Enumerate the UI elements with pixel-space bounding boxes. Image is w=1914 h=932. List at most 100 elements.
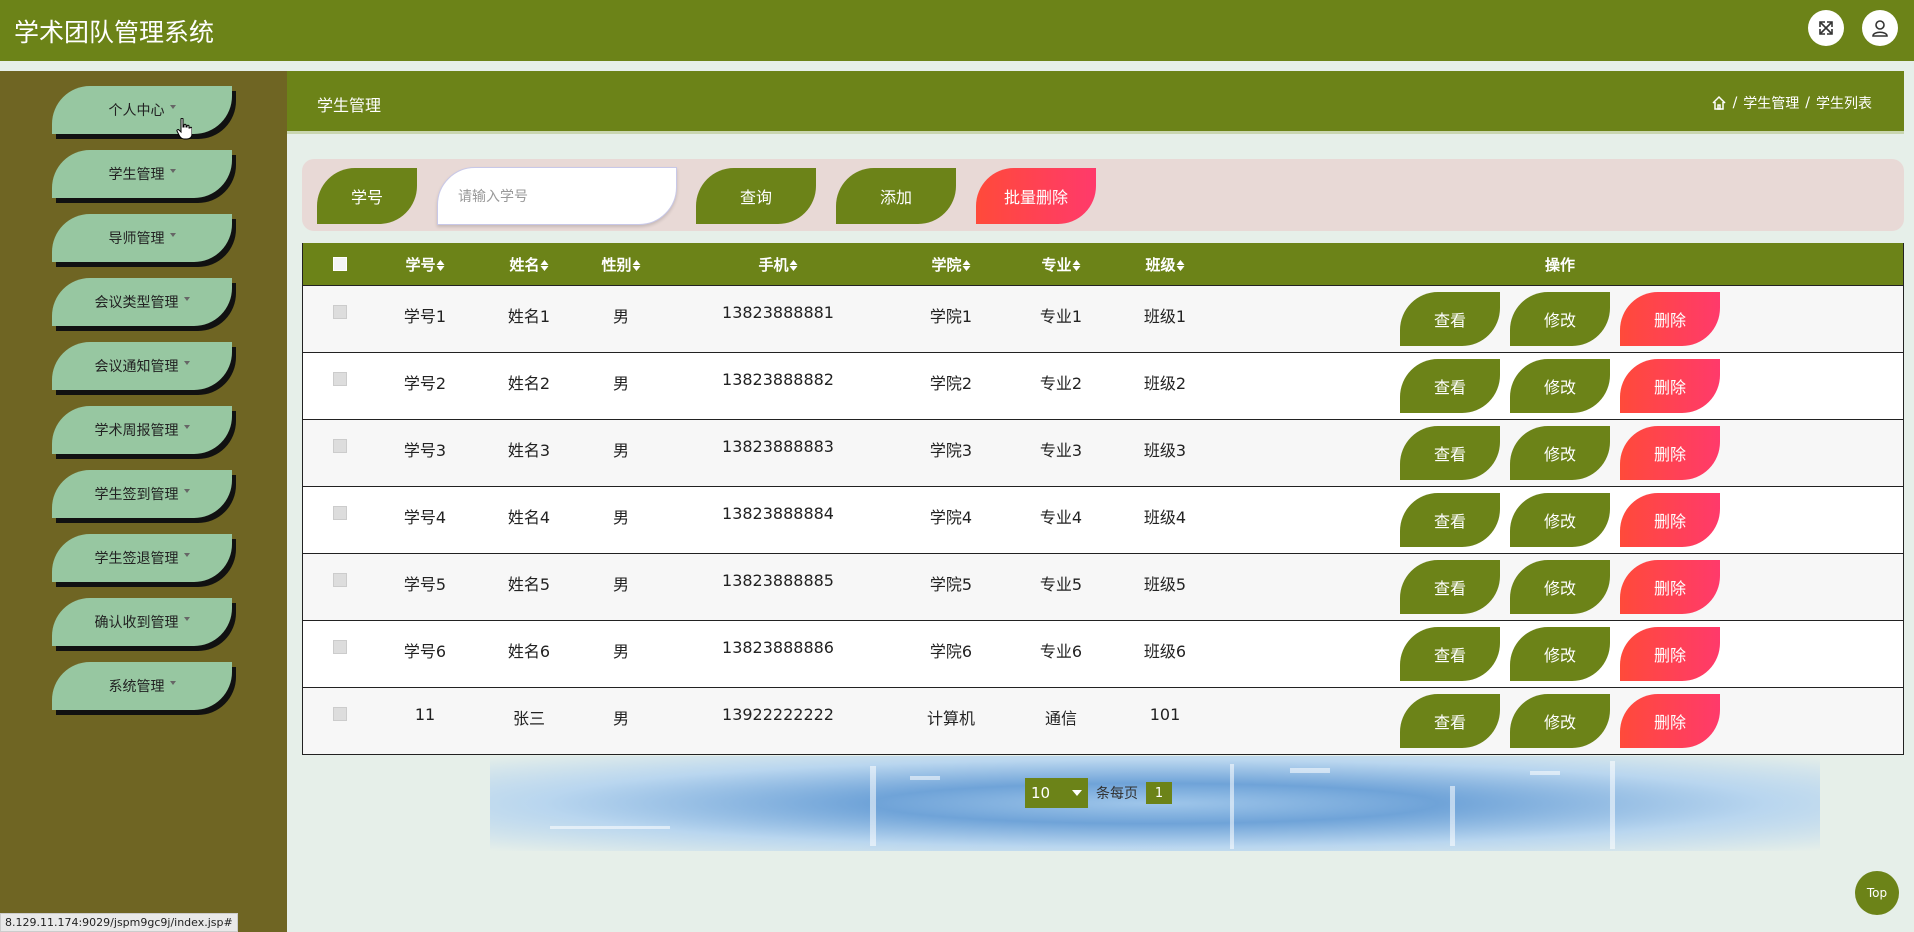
sort-icon bbox=[436, 260, 445, 271]
edit-button[interactable]: 修改 bbox=[1510, 627, 1610, 681]
caret-down-icon bbox=[169, 169, 176, 173]
view-button[interactable]: 查看 bbox=[1400, 560, 1500, 614]
col-header-college[interactable]: 学院 bbox=[931, 254, 971, 275]
view-button[interactable]: 查看 bbox=[1400, 359, 1500, 413]
col-header-major[interactable]: 专业 bbox=[1041, 254, 1081, 275]
breadcrumb-student-management[interactable]: 学生管理 bbox=[1743, 93, 1799, 113]
content-header: 学生管理 / 学生管理 / 学生列表 bbox=[287, 71, 1904, 134]
delete-button[interactable]: 删除 bbox=[1620, 493, 1720, 547]
cell-gender: 男 bbox=[612, 642, 630, 661]
view-button[interactable]: 查看 bbox=[1400, 426, 1500, 480]
row-checkbox[interactable] bbox=[333, 707, 347, 721]
cell-college: 学院1 bbox=[929, 307, 973, 326]
sort-icon bbox=[962, 260, 971, 271]
sidebar-menu-item[interactable]: 确认收到管理 bbox=[52, 598, 232, 646]
cell-class: 班级5 bbox=[1143, 575, 1187, 594]
edit-button[interactable]: 修改 bbox=[1510, 359, 1610, 413]
row-checkbox[interactable] bbox=[333, 439, 347, 453]
cell-student-id: 学号1 bbox=[403, 307, 447, 326]
col-header-gender[interactable]: 性别 bbox=[601, 254, 641, 275]
sidebar-menu-item[interactable]: 个人中心 bbox=[52, 86, 232, 134]
edit-button[interactable]: 修改 bbox=[1510, 426, 1610, 480]
row-checkbox[interactable] bbox=[333, 506, 347, 520]
col-header-class[interactable]: 班级 bbox=[1145, 254, 1185, 275]
delete-button[interactable]: 删除 bbox=[1620, 426, 1720, 480]
sidebar-menu-item[interactable]: 学生签退管理 bbox=[52, 534, 232, 582]
sidebar-menu-item[interactable]: 学生签到管理 bbox=[52, 470, 232, 518]
select-all-checkbox[interactable] bbox=[333, 257, 347, 271]
table-row: 学号3 姓名3 男 13823888883 学院3 专业3 班级3 查看 修改 删除 bbox=[303, 419, 1903, 486]
back-to-top-button[interactable]: Top bbox=[1855, 871, 1899, 915]
col-header-student-id[interactable]: 学号 bbox=[405, 254, 445, 275]
cell-college: 学院5 bbox=[929, 575, 973, 594]
col-header-phone[interactable]: 手机 bbox=[758, 254, 798, 275]
row-checkbox[interactable] bbox=[333, 305, 347, 319]
sidebar-menu-label: 确认收到管理 bbox=[94, 615, 179, 631]
delete-button[interactable]: 删除 bbox=[1620, 560, 1720, 614]
cell-class: 101 bbox=[1149, 705, 1181, 724]
cell-class: 班级4 bbox=[1143, 508, 1187, 527]
batch-delete-button[interactable]: 批量删除 bbox=[976, 168, 1096, 224]
sidebar-menu-label: 系统管理 bbox=[108, 679, 165, 695]
sidebar-menu-label: 学生签到管理 bbox=[94, 487, 179, 503]
row-checkbox[interactable] bbox=[333, 573, 347, 587]
cell-college: 学院6 bbox=[929, 642, 973, 661]
sort-icon bbox=[632, 260, 641, 271]
delete-button[interactable]: 删除 bbox=[1620, 359, 1720, 413]
sort-icon bbox=[1176, 260, 1185, 271]
col-header-actions: 操作 bbox=[1544, 256, 1576, 274]
breadcrumb: / 学生管理 / 学生列表 bbox=[1711, 93, 1872, 113]
cell-major: 专业2 bbox=[1039, 374, 1083, 393]
cell-college: 学院2 bbox=[929, 374, 973, 393]
table-row: 11 张三 男 13922222222 计算机 通信 101 查看 修改 删除 bbox=[303, 687, 1903, 754]
row-checkbox[interactable] bbox=[333, 372, 347, 386]
table-row: 学号1 姓名1 男 13823888881 学院1 专业1 班级1 查看 修改 删除 bbox=[303, 285, 1903, 352]
edit-button[interactable]: 修改 bbox=[1510, 292, 1610, 346]
caret-down-icon bbox=[183, 297, 190, 301]
cell-gender: 男 bbox=[612, 307, 630, 326]
edit-button[interactable]: 修改 bbox=[1510, 694, 1610, 748]
delete-button[interactable]: 删除 bbox=[1620, 694, 1720, 748]
student-id-search-input[interactable]: 请输入学号 bbox=[437, 167, 677, 225]
col-header-name[interactable]: 姓名 bbox=[509, 254, 549, 275]
cell-gender: 男 bbox=[612, 441, 630, 460]
cell-major: 专业1 bbox=[1039, 307, 1083, 326]
sidebar-menu-item[interactable]: 学术周报管理 bbox=[52, 406, 232, 454]
cell-class: 班级6 bbox=[1143, 642, 1187, 661]
cell-major: 专业6 bbox=[1039, 642, 1083, 661]
caret-down-icon bbox=[169, 105, 176, 109]
sort-icon bbox=[789, 260, 798, 271]
view-button[interactable]: 查看 bbox=[1400, 694, 1500, 748]
edit-button[interactable]: 修改 bbox=[1510, 493, 1610, 547]
query-button[interactable]: 查询 bbox=[696, 168, 816, 224]
home-icon[interactable] bbox=[1711, 95, 1727, 111]
table-row: 学号2 姓名2 男 13823888882 学院2 专业2 班级2 查看 修改 删除 bbox=[303, 352, 1903, 419]
table-header: 学号 姓名 性别 手机 学院 专业 班级 操作 bbox=[303, 243, 1903, 285]
delete-button[interactable]: 删除 bbox=[1620, 292, 1720, 346]
sort-icon bbox=[540, 260, 549, 271]
cell-name: 姓名2 bbox=[507, 374, 551, 393]
sidebar-menu-item[interactable]: 会议类型管理 bbox=[52, 278, 232, 326]
row-checkbox[interactable] bbox=[333, 640, 347, 654]
sidebar-menu-item[interactable]: 系统管理 bbox=[52, 662, 232, 710]
sidebar-menu-item[interactable]: 会议通知管理 bbox=[52, 342, 232, 390]
cell-gender: 男 bbox=[612, 709, 630, 728]
user-profile-button[interactable] bbox=[1862, 10, 1898, 46]
page-button-current[interactable]: 1 bbox=[1146, 782, 1172, 804]
edit-button[interactable]: 修改 bbox=[1510, 560, 1610, 614]
sidebar-menu-item[interactable]: 学生管理 bbox=[52, 150, 232, 198]
add-button[interactable]: 添加 bbox=[836, 168, 956, 224]
page-title: 学生管理 bbox=[317, 96, 382, 115]
sidebar-menu-label: 会议通知管理 bbox=[94, 359, 179, 375]
delete-button[interactable]: 删除 bbox=[1620, 627, 1720, 681]
view-button[interactable]: 查看 bbox=[1400, 493, 1500, 547]
view-button[interactable]: 查看 bbox=[1400, 292, 1500, 346]
cell-major: 通信 bbox=[1044, 709, 1078, 728]
cell-name: 姓名1 bbox=[507, 307, 551, 326]
page-size-select[interactable]: 10 bbox=[1025, 778, 1088, 808]
view-button[interactable]: 查看 bbox=[1400, 627, 1500, 681]
fullscreen-button[interactable] bbox=[1808, 10, 1844, 46]
sidebar-menu-item[interactable]: 导师管理 bbox=[52, 214, 232, 262]
cell-college: 学院3 bbox=[929, 441, 973, 460]
cell-name: 姓名5 bbox=[507, 575, 551, 594]
